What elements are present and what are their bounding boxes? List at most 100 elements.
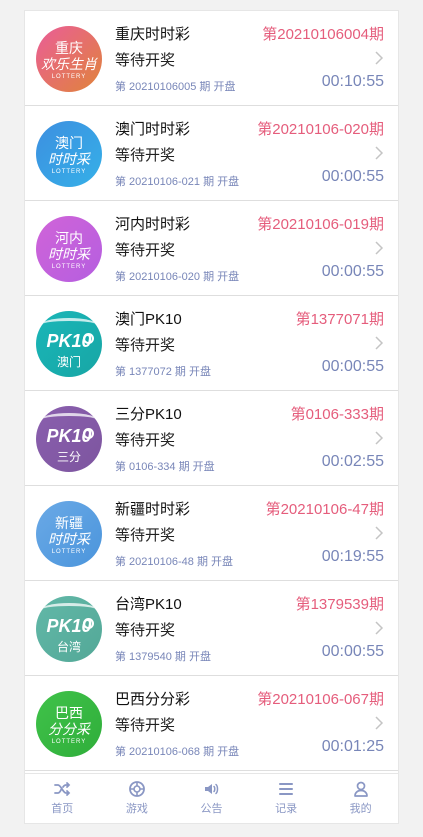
tab-home[interactable]: 首页: [25, 774, 100, 823]
game-icon: [128, 781, 145, 797]
lottery-logo: 河内 时时采 LOTTERY: [36, 216, 102, 282]
lottery-item[interactable]: PK10 台湾 台湾PK10 第1379539期 等待开奖第 1379540 期 开盘 0…: [25, 581, 398, 676]
car-outline-icon: [41, 413, 97, 427]
logo-line-3: LOTTERY: [51, 74, 87, 80]
logo-line-2: 时时采: [48, 531, 90, 547]
tab-announcements[interactable]: 公告: [174, 774, 249, 823]
lottery-status: 等待开奖: [115, 147, 176, 164]
lottery-item[interactable]: 新疆 时时采 LOTTERY 新疆时时彩 第20210106-47期 等待开奖第 2021…: [25, 486, 398, 581]
lottery-logo: PK10 三分: [36, 406, 102, 472]
user-icon: [353, 781, 368, 797]
logo-line-3: LOTTERY: [51, 549, 87, 555]
countdown-timer: 00:00:55: [321, 358, 384, 375]
lottery-logo: PK10 台湾: [36, 596, 102, 662]
lottery-item[interactable]: PK10 三分 三分PK10 第0106-333期 等待开奖第 0106-334 期 开…: [25, 391, 398, 486]
chevron-right-icon: [375, 621, 384, 635]
next-period: 第 20210106005 期 开盘: [115, 81, 236, 93]
logo-line-1: PK10: [46, 426, 92, 446]
lottery-logo: 重庆 欢乐生肖 LOTTERY: [36, 26, 102, 92]
lottery-period: 第0106-333期: [290, 406, 384, 423]
chevron-right-icon: [375, 146, 384, 160]
next-period: 第 1379540 期 开盘: [115, 651, 211, 663]
lottery-item[interactable]: 重庆 欢乐生肖 LOTTERY 重庆时时彩 第20210106004期 等待开奖第 202…: [25, 11, 398, 106]
tab-games[interactable]: 游戏: [100, 774, 175, 823]
speaker-icon: [205, 783, 219, 795]
tab-records-label: 记录: [275, 803, 298, 815]
countdown-timer: 00:02:55: [321, 453, 384, 470]
lottery-period: 第20210106-019期: [257, 216, 384, 233]
lottery-item[interactable]: 澳门 时时采 LOTTERY 澳门时时彩 第20210106-020期 等待开奖第 202…: [25, 106, 398, 201]
shuffle-icon: [54, 782, 71, 796]
lottery-name: 澳门时时彩: [115, 121, 191, 138]
tab-profile-label: 我的: [349, 803, 372, 815]
lottery-logo: PK10 澳门: [36, 311, 102, 377]
logo-line-2: 欢乐生肖: [41, 56, 97, 72]
logo-line-3: LOTTERY: [51, 264, 87, 270]
chevron-right-icon: [375, 431, 384, 445]
car-outline-icon: [41, 603, 97, 617]
chevron-right-icon: [375, 526, 384, 540]
logo-line-3: LOTTERY: [51, 169, 87, 175]
lottery-name: 新疆时时彩: [115, 501, 191, 518]
lottery-name: 河内时时彩: [115, 216, 191, 233]
logo-line-2: 澳门: [56, 355, 81, 369]
tab-profile[interactable]: 我的: [323, 774, 398, 823]
lottery-name: 澳门PK10: [115, 311, 182, 328]
logo-line-2: 时时采: [48, 246, 90, 262]
tab-announcements-label: 公告: [200, 803, 223, 815]
countdown-timer: 00:01:25: [321, 738, 384, 755]
countdown-timer: 00:19:55: [321, 548, 384, 565]
countdown-timer: 00:10:55: [321, 73, 384, 90]
tab-bar: 首页 游戏 公告 记录 我的: [25, 773, 398, 823]
car-outline-icon: [41, 318, 97, 332]
app-frame: 重庆 欢乐生肖 LOTTERY 重庆时时彩 第20210106004期 等待开奖第 202…: [24, 10, 399, 824]
countdown-timer: 00:00:55: [321, 643, 384, 660]
logo-line-3: LOTTERY: [51, 739, 87, 745]
lottery-period: 第20210106-47期: [265, 501, 384, 518]
chevron-right-icon: [375, 716, 384, 730]
lottery-status: 等待开奖: [115, 527, 176, 544]
tab-games-label: 游戏: [125, 803, 148, 815]
next-period: 第 20210106-48 期 开盘: [115, 556, 234, 568]
lottery-list: 重庆 欢乐生肖 LOTTERY 重庆时时彩 第20210106004期 等待开奖第 202…: [25, 11, 398, 771]
lottery-period: 第1379539期: [295, 596, 384, 613]
lottery-status: 等待开奖: [115, 337, 176, 354]
lottery-status: 等待开奖: [115, 242, 176, 259]
countdown-timer: 00:00:55: [321, 263, 384, 280]
lottery-name: 三分PK10: [115, 406, 182, 423]
lottery-period: 第20210106-067期: [257, 691, 384, 708]
lottery-status: 等待开奖: [115, 52, 176, 69]
lottery-name: 台湾PK10: [115, 596, 182, 613]
countdown-timer: 00:00:55: [321, 168, 384, 185]
lottery-name: 重庆时时彩: [115, 26, 191, 43]
next-period: 第 20210106-020 期 开盘: [115, 271, 240, 283]
logo-line-1: PK10: [46, 331, 92, 351]
lottery-status: 等待开奖: [115, 622, 176, 639]
lottery-status: 等待开奖: [115, 432, 176, 449]
chevron-right-icon: [375, 51, 384, 65]
logo-line-1: PK10: [46, 616, 92, 636]
lottery-item[interactable]: 河内 时时采 LOTTERY 河内时时彩 第20210106-019期 等待开奖第 202…: [25, 201, 398, 296]
next-period: 第 1377072 期 开盘: [115, 366, 211, 378]
logo-line-2: 台湾: [56, 640, 81, 654]
lottery-item[interactable]: PK10 澳门 澳门PK10 第1377071期 等待开奖第 1377072 期 开盘 0…: [25, 296, 398, 391]
lottery-period: 第20210106004期: [262, 26, 384, 43]
next-period: 第 20210106-021 期 开盘: [115, 176, 240, 188]
lottery-period: 第1377071期: [295, 311, 384, 328]
lottery-item[interactable]: 巴西 分分采 LOTTERY 巴西分分彩 第20210106-067期 等待开奖第 202…: [25, 676, 398, 771]
next-period: 第 0106-334 期 开盘: [115, 461, 215, 473]
lottery-logo: 澳门 时时采 LOTTERY: [36, 121, 102, 187]
lottery-name: 巴西分分彩: [115, 691, 191, 708]
next-period: 第 20210106-068 期 开盘: [115, 746, 240, 758]
list-icon: [279, 783, 294, 795]
tab-records[interactable]: 记录: [249, 774, 324, 823]
tab-home-label: 首页: [51, 803, 74, 815]
logo-line-2: 分分采: [48, 721, 90, 737]
lottery-status: 等待开奖: [115, 717, 176, 734]
chevron-right-icon: [375, 241, 384, 255]
lottery-logo: 巴西 分分采 LOTTERY: [36, 691, 102, 757]
logo-line-2: 三分: [56, 450, 81, 464]
lottery-period: 第20210106-020期: [257, 121, 384, 138]
chevron-right-icon: [375, 336, 384, 350]
logo-line-2: 时时采: [48, 151, 90, 167]
